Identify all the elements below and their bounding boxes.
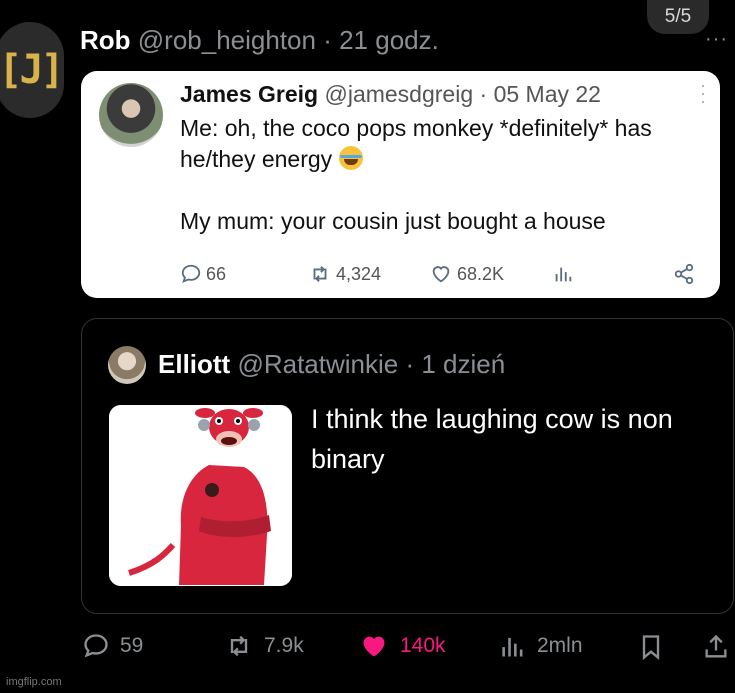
retweet-stat: 4,324 [308, 263, 381, 285]
reply-count: 59 [120, 634, 144, 657]
reply-button[interactable]: 59 [82, 632, 143, 660]
stats-icon [552, 263, 574, 285]
views-button[interactable]: 2mln [499, 632, 583, 660]
more-vertical-icon: · · · [700, 75, 706, 111]
bracket-logo-icon: [J] [0, 47, 65, 93]
share-button[interactable] [702, 632, 730, 662]
tweet-line: My mum: your cousin just bought a house [180, 208, 606, 234]
author-name[interactable]: Rob [80, 25, 131, 55]
timestamp: · 05 May 22 [479, 81, 601, 107]
retweet-button[interactable]: 7.9k [224, 632, 304, 660]
laughing-emoji-icon [338, 146, 363, 170]
like-button[interactable]: 140k [358, 632, 446, 660]
retweet-icon [230, 635, 248, 657]
cow-image[interactable] [109, 405, 292, 586]
embedded-tweet-header: James Greig @jamesdgreig · 05 May 22 [180, 81, 601, 108]
retweet-count: 4,324 [336, 263, 382, 284]
author-handle: @jamesdgreig [324, 81, 474, 107]
reply-count: 66 [206, 263, 227, 284]
timestamp: · 21 godz. [323, 25, 439, 55]
quoted-tweet-header: Elliott @Ratatwinkie · 1 dzień [158, 349, 505, 380]
avatar[interactable]: [J] [0, 22, 65, 118]
retweet-count: 7.9k [264, 634, 304, 657]
share-icon [672, 263, 696, 285]
author-handle[interactable]: @Ratatwinkie [237, 349, 398, 379]
quoted-tweet-text: I think the laughing cow is non binary [311, 404, 673, 474]
reply-icon [181, 264, 201, 283]
tweet-header: Rob @rob_heighton · 21 godz. [80, 25, 439, 56]
tweet-line: Me: oh, the coco pops monkey *definitely… [180, 115, 652, 172]
watermark: imgflip.com [6, 676, 62, 688]
bookmark-button[interactable] [637, 632, 665, 662]
heart-outline-icon [432, 266, 450, 283]
author-name: James Greig [180, 81, 319, 107]
reply-stat: 66 [180, 263, 226, 285]
cow-character-icon [109, 405, 292, 586]
view-count: 2mln [537, 634, 583, 657]
like-stat: 68.2K [429, 263, 504, 285]
reply-icon [84, 634, 108, 658]
avatar[interactable] [108, 346, 146, 384]
avatar [99, 83, 163, 147]
tweet-action-bar: 59 7.9k 140k 2mln [0, 632, 735, 668]
like-count: 68.2K [457, 263, 505, 284]
bookmark-icon [642, 635, 660, 660]
quoted-tweet[interactable]: Elliott @Ratatwinkie · 1 dzień I think t… [81, 318, 734, 614]
embedded-tweet-text: Me: oh, the coco pops monkey *definitely… [180, 113, 710, 237]
retweet-icon [313, 266, 327, 282]
more-options-icon[interactable]: ··· [705, 28, 728, 51]
share-upload-icon [705, 634, 727, 658]
analytics-icon [502, 637, 523, 657]
author-name[interactable]: Elliott [158, 349, 230, 379]
embedded-tweet-image: James Greig @jamesdgreig · 05 May 22 · · ·… [81, 71, 720, 298]
author-handle[interactable]: @rob_heighton [138, 25, 316, 55]
timestamp: · 1 dzień [405, 349, 506, 379]
page-counter: 5/5 [647, 0, 709, 34]
like-count: 140k [400, 634, 446, 657]
embedded-action-bar: 66 4,324 68.2K [180, 263, 700, 287]
heart-filled-icon [363, 636, 385, 657]
